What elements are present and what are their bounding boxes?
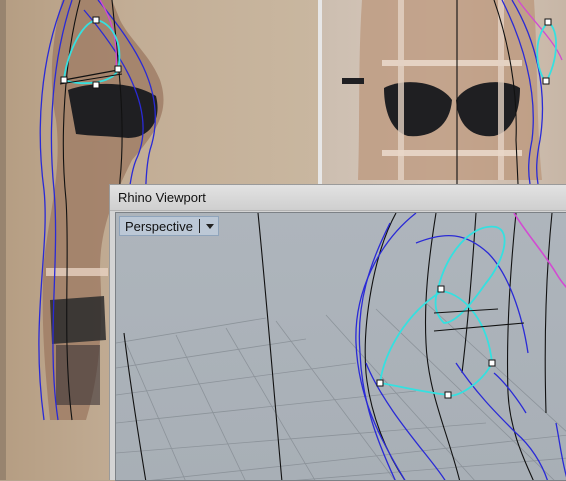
rhino-viewport-window[interactable]: Rhino Viewport Perspective xyxy=(109,184,566,481)
surface-curves xyxy=(355,213,566,480)
dropdown-triangle-icon[interactable] xyxy=(205,223,214,229)
perspective-scene[interactable] xyxy=(116,213,566,481)
control-point xyxy=(376,379,384,387)
window-title: Rhino Viewport xyxy=(118,190,206,205)
viewport-titlebar[interactable]: Rhino Viewport xyxy=(110,185,566,211)
construction-grid xyxy=(116,302,566,480)
tab-separator xyxy=(198,219,200,233)
control-point xyxy=(444,391,452,399)
viewport-name-label: Perspective xyxy=(125,218,193,234)
control-point xyxy=(488,359,496,367)
viewport-name-tab[interactable]: Perspective xyxy=(119,216,219,236)
viewport-canvas[interactable]: Perspective xyxy=(115,212,566,481)
magenta-curve xyxy=(513,213,566,289)
control-point xyxy=(437,285,445,293)
